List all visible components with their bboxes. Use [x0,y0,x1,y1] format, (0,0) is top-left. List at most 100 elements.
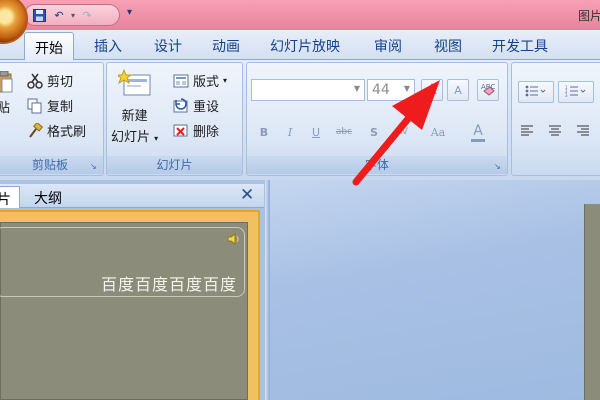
grow-font-button[interactable]: A [421,79,443,101]
paste-button[interactable]: 贴 [0,70,13,116]
font-size-dropdown-icon[interactable]: ▼ [404,84,410,93]
reset-button[interactable]: 重设 [173,96,219,115]
font-name-dropdown-icon[interactable]: ▼ [354,84,360,93]
font-group-label-text: 字体 [364,158,389,172]
new-slide-label-line2: 幻灯片 ▾ [111,126,158,145]
strikethrough-icon: abc [335,127,353,137]
svg-text:3: 3 [565,93,568,97]
align-right-button[interactable] [572,121,594,143]
underline-icon: U [311,125,321,139]
shrink-font-icon: A [454,83,462,97]
new-slide-button[interactable]: 新建 幻灯片 ▾ [111,68,158,145]
align-left-icon [520,125,534,140]
cut-button[interactable]: 剪切 [27,71,73,90]
tab-review[interactable]: 审阅 [374,36,402,56]
bullets-icon [525,85,547,100]
shrink-font-button[interactable]: A [447,79,469,101]
undo-icon[interactable]: ↶ [51,7,67,23]
customize-qat-icon[interactable]: ▾ [127,7,132,18]
tab-slides[interactable]: 片 [0,186,20,208]
current-slide[interactable] [584,204,600,400]
shadow-button[interactable]: S [363,121,385,143]
new-slide-label-line2-text: 幻灯片 [111,130,151,145]
window-title: 图片 [578,9,600,23]
layout-dropdown-icon[interactable]: ▾ [223,76,227,85]
align-center-button[interactable] [544,121,566,143]
title-bar: ↶ ▾ ↷ ▾ 图片 [0,0,600,44]
italic-icon: I [287,125,293,139]
character-spacing-icon: AV [396,127,408,137]
align-right-icon [576,125,590,140]
format-painter-label: 格式刷 [47,125,87,140]
reset-label: 重设 [193,100,220,115]
character-spacing-button[interactable]: AV [391,121,413,143]
underline-button[interactable]: U [305,121,327,143]
copy-button[interactable]: 复制 [27,96,73,115]
font-group-label: 字体 [247,156,507,174]
delete-button[interactable]: 删除 [173,121,219,140]
font-dialog-launcher-icon[interactable]: ↘ [494,162,503,171]
shadow-icon: S [370,125,378,139]
clipboard-group-label-text: 剪贴板 [31,158,68,172]
align-left-button[interactable] [516,121,538,143]
numbering-button[interactable]: 123 [558,81,594,103]
clear-formatting-button[interactable]: ABC [477,79,499,101]
clipboard-group-label: 剪贴板 [0,156,103,174]
strikethrough-button[interactable]: abc [333,121,355,143]
new-slide-dropdown-icon[interactable]: ▾ [154,134,158,143]
tab-design[interactable]: 设计 [154,36,182,56]
paintbrush-icon [27,121,44,139]
ribbon-tab-strip: 开始 插入 设计 动画 幻灯片放映 审阅 视图 开发工具 [0,30,600,61]
format-painter-button[interactable]: 格式刷 [27,121,86,140]
paste-icon [0,70,13,93]
bullets-button[interactable] [518,81,554,103]
slide-editing-workspace[interactable] [270,180,600,400]
reset-icon [173,97,189,114]
change-case-button[interactable]: Aa [427,121,449,143]
change-case-icon: Aa [430,125,446,139]
font-color-icon: A [473,122,483,139]
copy-label: 复制 [47,100,74,115]
align-center-icon [548,125,562,140]
slides-outline-pane-tabs: 片 大纲 ✕ [0,184,264,208]
layout-icon [173,73,189,89]
slides-group-label: 幻灯片 [107,156,242,174]
paste-label: 贴 [0,101,11,116]
tab-insert[interactable]: 插入 [94,36,122,56]
italic-button[interactable]: I [279,121,301,143]
tab-view[interactable]: 视图 [434,36,462,56]
quick-access-toolbar: ↶ ▾ ↷ [24,4,120,26]
font-name-combo[interactable]: ▼ [251,79,365,101]
grow-font-icon: A [427,82,437,98]
redo-icon[interactable]: ↷ [79,7,95,23]
bold-icon: B [259,125,269,139]
delete-icon [173,123,189,139]
save-icon[interactable] [31,7,47,23]
slides-group-label-text: 幻灯片 [156,158,193,172]
slides-group: 新建 幻灯片 ▾ 版式 ▾ 重设 删除 幻灯片 [106,62,243,176]
paragraph-group: 123 [511,62,600,176]
tab-outline[interactable]: 大纲 [26,186,70,208]
tab-home[interactable]: 开始 [24,32,74,61]
tab-animation[interactable]: 动画 [212,36,240,56]
font-color-button[interactable]: A [467,121,489,143]
new-slide-icon [115,68,152,103]
scissors-icon [27,73,43,89]
close-pane-icon[interactable]: ✕ [240,185,254,205]
tab-slideshow[interactable]: 幻灯片放映 [270,36,340,56]
slide-thumbnail[interactable]: 百度百度百度百度 [0,222,248,400]
layout-label: 版式 [193,75,220,90]
tab-developer[interactable]: 开发工具 [492,36,548,56]
font-size-combo[interactable]: 44 ▼ [367,79,415,101]
new-slide-label-line1: 新建 [121,109,148,124]
clipboard-group: 贴 剪切 复制 格式刷 剪贴板 ↘ [0,62,104,176]
undo-dropdown-icon[interactable]: ▾ [71,11,75,20]
delete-label: 删除 [193,125,220,140]
numbering-icon: 123 [565,85,587,100]
font-color-swatch [471,138,485,142]
bold-button[interactable]: B [253,121,275,143]
dialog-launcher-icon[interactable]: ↘ [90,162,99,171]
ribbon: 贴 剪切 复制 格式刷 剪贴板 ↘ 新建 幻灯片 ▾ 版式 ▾ 重设 删除 幻灯… [0,60,600,180]
layout-button[interactable]: 版式 ▾ [173,71,227,90]
copy-icon [27,98,43,114]
